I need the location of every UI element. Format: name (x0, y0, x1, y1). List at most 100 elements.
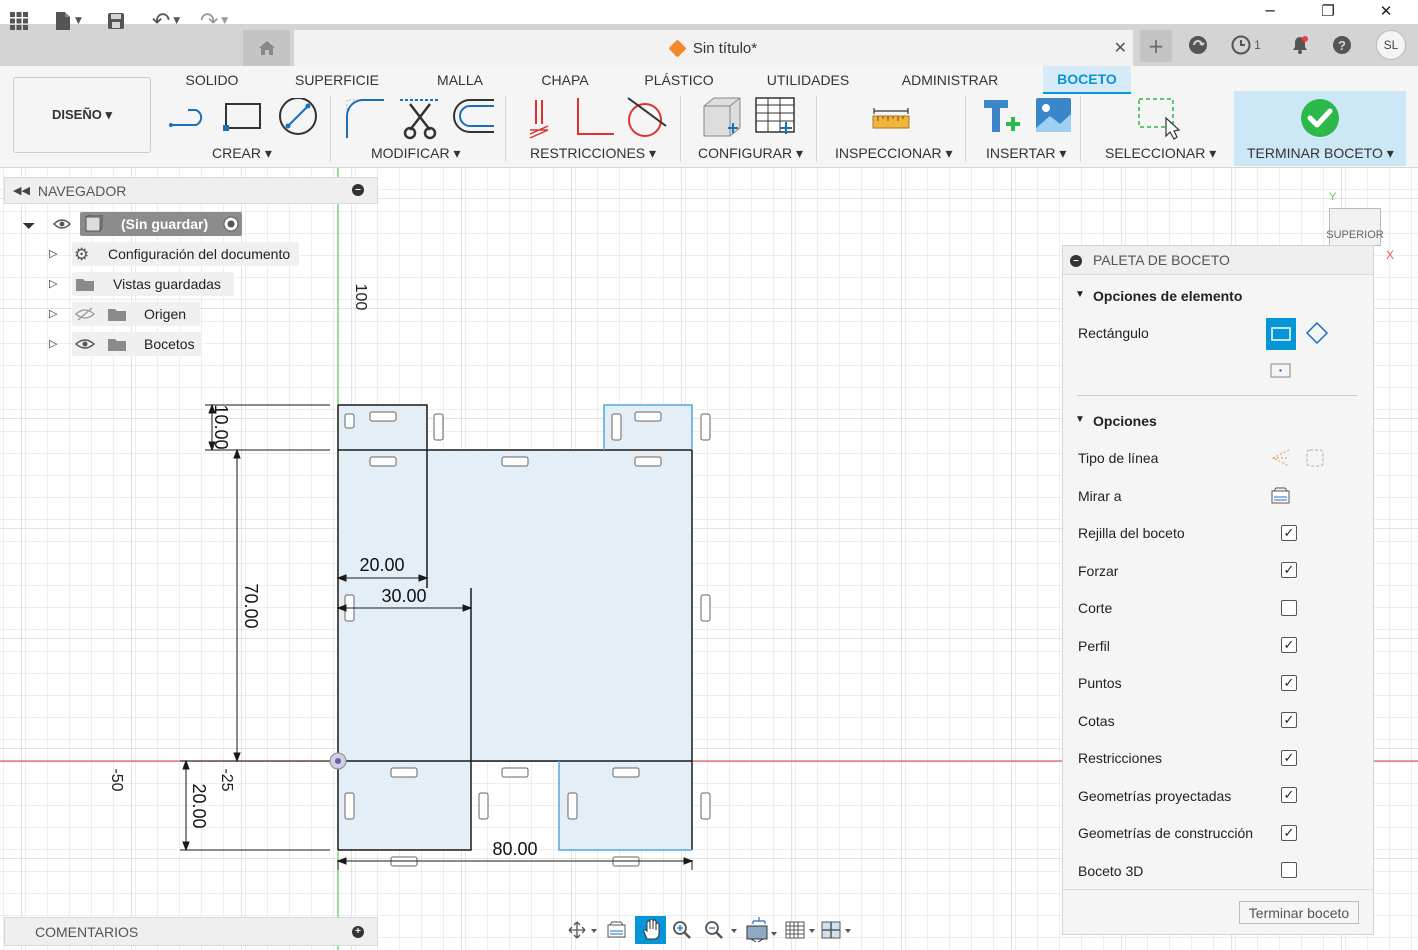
workspace-switcher[interactable]: DISEÑO ▾ (13, 77, 151, 153)
look-at-button[interactable] (604, 916, 630, 944)
dimension-30[interactable]: 30.00 (381, 586, 426, 606)
viewcube[interactable]: SUPERIOR (1326, 208, 1384, 246)
group-crear[interactable]: CREAR ▾ (212, 145, 272, 162)
dimension-70[interactable]: 70.00 (241, 583, 261, 628)
dimension-20-horizontal[interactable]: 20.00 (359, 555, 404, 575)
tree-root[interactable]: ◢ (Sin guardar) (22, 212, 255, 236)
user-avatar[interactable]: SL (1376, 30, 1406, 60)
tab-boceto[interactable]: BOCETO (1043, 66, 1131, 94)
tree-item-origin[interactable]: ▷ Origen (49, 302, 209, 326)
tab-utilidades[interactable]: UTILIDADES (758, 69, 858, 91)
grid-settings-button[interactable] (784, 916, 820, 944)
redo-button[interactable]: ↷ ▼ (194, 8, 234, 34)
dimension-10[interactable]: 10.00 (211, 404, 231, 449)
checkbox-cotas[interactable]: ✓ (1281, 712, 1297, 728)
tree-item-saved-views[interactable]: ▷ Vistas guardadas (49, 272, 249, 296)
help-button[interactable]: ? (1330, 32, 1354, 58)
checkbox-geom-proyectadas[interactable]: ✓ (1281, 787, 1297, 803)
rectangle-icon[interactable] (223, 103, 261, 131)
save-button[interactable] (106, 8, 126, 34)
group-configurar[interactable]: CONFIGURAR ▾ (698, 145, 803, 162)
section-options[interactable]: Opciones (1093, 413, 1157, 429)
group-inspeccionar[interactable]: INSPECCIONAR ▾ (835, 145, 953, 162)
line-icon[interactable] (169, 109, 203, 127)
offset-icon[interactable] (453, 99, 494, 133)
display-settings-button[interactable] (744, 916, 780, 944)
orbit-button[interactable] (564, 916, 600, 944)
group-insertar[interactable]: INSERTAR ▾ (986, 145, 1066, 162)
tab-administrar[interactable]: ADMINISTRAR (892, 69, 1008, 91)
palette-header[interactable]: – PALETA DE BOCETO (1063, 246, 1373, 275)
expand-arrow-icon[interactable]: ▷ (49, 337, 57, 350)
tab-chapa[interactable]: CHAPA (533, 69, 597, 91)
canvas-image-icon[interactable] (1036, 98, 1071, 132)
tab-malla[interactable]: MALLA (428, 69, 492, 91)
checkbox-restricciones[interactable]: ✓ (1281, 750, 1297, 766)
collapse-navigator-icon[interactable]: ◀◀ (13, 184, 30, 197)
undo-button[interactable]: ↶ ▼ (146, 8, 186, 34)
parameters-box-icon[interactable] (703, 97, 741, 137)
restore-button[interactable]: ❐ (1308, 0, 1348, 22)
expand-arrow-icon[interactable]: ▷ (49, 277, 57, 290)
trim-icon[interactable] (400, 99, 438, 140)
activate-radio-icon[interactable] (223, 216, 239, 232)
eye-icon[interactable] (75, 337, 95, 352)
coincident-icon[interactable] (577, 98, 614, 135)
document-tab[interactable]: Sin título* ✕ (294, 30, 1133, 66)
palette-minimize-icon[interactable]: – (1070, 255, 1082, 267)
fillet-icon[interactable] (346, 99, 384, 138)
collapse-triangle-icon[interactable]: ▼ (1075, 289, 1085, 300)
circle-icon[interactable] (279, 98, 317, 135)
horizontal-vertical-icon[interactable] (529, 100, 549, 139)
comments-expand-icon[interactable]: + (352, 926, 364, 938)
home-button[interactable] (243, 30, 290, 66)
checkbox-boceto-3d[interactable] (1281, 862, 1297, 878)
select-icon[interactable] (1136, 96, 1186, 140)
tangent-icon[interactable] (627, 97, 667, 137)
group-terminar-boceto[interactable]: TERMINAR BOCETO ▾ (1247, 145, 1394, 162)
checkbox-perfil[interactable]: ✓ (1281, 637, 1297, 653)
close-window-button[interactable]: ✕ (1366, 0, 1406, 22)
eye-hidden-icon[interactable] (75, 307, 95, 322)
centerline-icon[interactable] (1306, 449, 1324, 467)
dimension-80[interactable]: 80.00 (492, 839, 537, 859)
tree-item-sketches[interactable]: ▷ Bocetos (49, 332, 209, 356)
checkbox-forzar[interactable]: ✓ (1281, 562, 1297, 578)
finish-check-icon[interactable] (1300, 98, 1340, 138)
job-status-button[interactable]: 1 (1226, 32, 1266, 58)
tab-superficie[interactable]: SUPERFICIE (287, 69, 387, 91)
expand-arrow-icon[interactable]: ▷ (49, 307, 57, 320)
change-parameters-icon[interactable] (755, 97, 795, 134)
pan-button[interactable] (635, 916, 666, 944)
tree-item-config[interactable]: ▷ ⚙ Configuración del documento (49, 242, 309, 266)
zoom-button[interactable] (670, 916, 694, 944)
finish-sketch-button[interactable]: Terminar boceto (1239, 901, 1359, 924)
navigator-minimize-icon[interactable]: – (352, 184, 364, 196)
collapse-triangle-icon[interactable]: ▼ (1075, 414, 1085, 425)
minimize-button[interactable]: ─ (1250, 0, 1290, 22)
extensions-button[interactable] (1185, 32, 1211, 58)
zoom-window-button[interactable] (702, 916, 740, 944)
construction-line-icon[interactable] (1271, 449, 1290, 467)
checkbox-corte[interactable] (1281, 600, 1297, 616)
close-tab-icon[interactable]: ✕ (1114, 38, 1127, 58)
section-element-options[interactable]: Opciones de elemento (1093, 288, 1242, 304)
tab-solido[interactable]: SOLIDO (176, 69, 248, 91)
comments-panel[interactable]: COMENTARIOS (4, 917, 378, 946)
checkbox-puntos[interactable]: ✓ (1281, 675, 1297, 691)
look-at-icon[interactable] (1271, 487, 1291, 505)
eye-icon[interactable] (53, 217, 71, 231)
group-restricciones[interactable]: RESTRICCIONES ▾ (530, 145, 656, 162)
group-seleccionar[interactable]: SELECCIONAR ▾ (1105, 145, 1216, 162)
file-menu-button[interactable]: ▼ (50, 8, 86, 34)
navigator-header[interactable]: ◀◀ NAVEGADOR (4, 177, 378, 204)
notifications-button[interactable] (1288, 32, 1312, 58)
rectangle-3point-icon[interactable] (1305, 322, 1329, 344)
new-tab-button[interactable]: + (1140, 30, 1172, 62)
group-modificar[interactable]: MODIFICAR ▾ (371, 145, 460, 162)
data-panel-button[interactable] (8, 8, 30, 34)
measure-icon[interactable] (872, 108, 912, 130)
insert-derive-icon[interactable] (984, 100, 1020, 132)
rectangle-2point-button[interactable] (1266, 318, 1296, 350)
dimension-20-vertical[interactable]: 20.00 (189, 783, 209, 828)
